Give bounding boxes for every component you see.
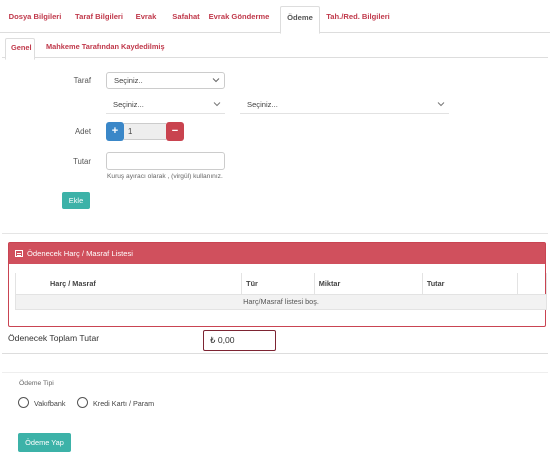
divider — [2, 372, 548, 373]
radio-kredi-karti[interactable] — [77, 397, 88, 408]
tutar-input[interactable] — [106, 152, 225, 170]
decrement-button[interactable]: − — [166, 122, 184, 141]
tab-odeme[interactable]: Ödeme — [280, 6, 320, 34]
select-right[interactable]: Seçiniz... — [240, 97, 449, 114]
select-right-value: Seçiniz... — [247, 100, 278, 109]
tab-safahat[interactable]: Safahat — [168, 6, 204, 32]
total-label: Ödenecek Toplam Tutar — [8, 333, 100, 343]
tutar-help-text: Kuruş ayıracı olarak , (virgül) kullanın… — [107, 173, 223, 180]
divider — [2, 233, 548, 234]
radio-vakifbank-label[interactable]: Vakıfbank — [34, 399, 65, 408]
taraf-label: Taraf — [73, 76, 91, 85]
taraf-select[interactable]: Seçiniz.. — [106, 72, 225, 89]
adet-label: Adet — [74, 127, 91, 136]
column-header-actions — [516, 273, 548, 295]
subtab-genel[interactable]: Genel — [5, 38, 35, 60]
select-left[interactable]: Seçiniz... — [106, 97, 225, 114]
tutar-label: Tutar — [73, 157, 91, 166]
radio-kredi-karti-label[interactable]: Kredi Kartı / Param — [93, 399, 154, 408]
taraf-select-value: Seçiniz.. — [114, 76, 143, 85]
harc-masraf-panel: Ödenecek Harç / Masraf Listesi Harç / Ma… — [8, 242, 548, 327]
increment-button[interactable]: + — [106, 122, 124, 141]
total-amount: ₺ 0,00 — [203, 330, 276, 351]
total-row: Ödenecek Toplam Tutar ₺ 0,00 — [2, 327, 548, 352]
payment-type-label: Ödeme Tipi — [19, 380, 54, 387]
panel-title: Ödenecek Harç / Masraf Listesi — [27, 249, 133, 258]
tab-taraf-bilgileri[interactable]: Taraf Bilgileri — [70, 6, 128, 32]
divider — [2, 353, 548, 354]
odeme-yap-button[interactable]: Ödeme Yap — [18, 433, 71, 452]
column-header-miktar[interactable]: Miktar — [313, 273, 423, 295]
chevron-down-icon — [437, 102, 445, 107]
radio-vakifbank[interactable] — [18, 397, 29, 408]
empty-table-message: Harç/Masraf listesi boş. — [15, 293, 547, 310]
select-left-value: Seçiniz... — [113, 100, 144, 109]
chevron-down-icon — [213, 102, 221, 107]
main-tab-bar: Dosya Bilgileri Taraf Bilgileri Evrak Sa… — [0, 0, 550, 34]
sub-tab-bar: Genel Mahkeme Tarafından Kaydedilmiş — [2, 36, 548, 60]
list-icon — [15, 250, 23, 257]
column-header-tur[interactable]: Tür — [241, 273, 315, 295]
column-header-harc-masraf[interactable]: Harç / Masraf — [14, 273, 243, 295]
tab-evrak-gonderme[interactable]: Evrak Gönderme — [206, 6, 272, 32]
tab-dosya-bilgileri[interactable]: Dosya Bilgileri — [4, 6, 66, 32]
harc-masraf-table: Harç / Masraf Tür Miktar Tutar Harç/Masr… — [14, 273, 548, 310]
tab-tah-red-bilgileri[interactable]: Tah./Red. Bilgileri — [324, 6, 392, 32]
subtab-mahkeme[interactable]: Mahkeme Tarafından Kaydedilmiş — [46, 38, 166, 58]
tab-evrak[interactable]: Evrak — [131, 6, 161, 32]
panel-header: Ödenecek Harç / Masraf Listesi — [9, 243, 545, 264]
chevron-down-icon — [212, 78, 220, 83]
ekle-button[interactable]: Ekle — [62, 192, 90, 209]
column-header-tutar[interactable]: Tutar — [421, 273, 518, 295]
adet-input[interactable]: 1 — [124, 123, 166, 140]
table-row: Harç/Masraf listesi boş. — [15, 293, 547, 310]
